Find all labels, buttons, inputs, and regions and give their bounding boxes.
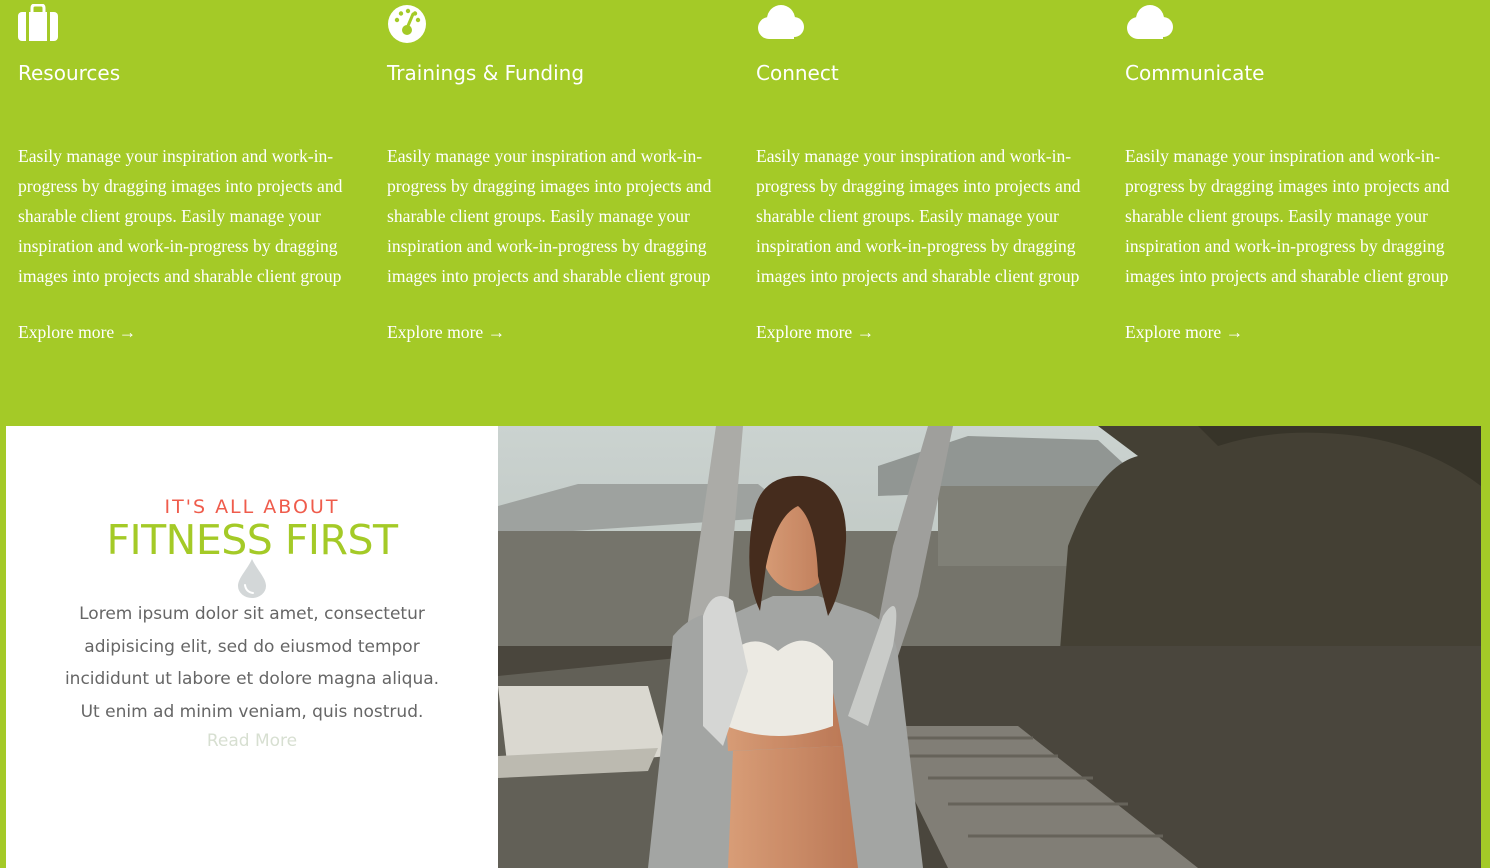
speedometer-icon bbox=[387, 4, 439, 43]
explore-more-link[interactable]: Explore more → bbox=[756, 322, 874, 343]
feature-description: Easily manage your inspiration and work-… bbox=[756, 146, 1081, 286]
fitness-photo bbox=[498, 426, 1481, 868]
cloud-icon bbox=[1125, 4, 1177, 42]
feature-description: Easily manage your inspiration and work-… bbox=[1125, 146, 1450, 286]
explore-more-link[interactable]: Explore more → bbox=[387, 322, 505, 343]
read-more-link[interactable]: Read More bbox=[6, 731, 498, 751]
features-section: Resources Easily manage your inspiration… bbox=[0, 0, 1490, 426]
feature-title: Connect bbox=[756, 61, 839, 85]
briefcase-icon bbox=[18, 3, 70, 42]
feature-title: Resources bbox=[18, 61, 121, 85]
promo-headline: FITNESS FIRST bbox=[106, 516, 398, 564]
explore-more-link[interactable]: Explore more → bbox=[1125, 322, 1243, 343]
promo-eyebrow: IT'S ALL ABOUT bbox=[164, 496, 340, 518]
feature-title: Communicate bbox=[1125, 61, 1265, 85]
explore-more-link[interactable]: Explore more → bbox=[18, 322, 136, 343]
water-drop-icon bbox=[237, 558, 267, 598]
cloud-icon bbox=[756, 4, 808, 42]
fitness-promo-panel: IT'S ALL ABOUT FITNESS FIRST Lorem ipsum… bbox=[6, 426, 498, 868]
feature-description: Easily manage your inspiration and work-… bbox=[18, 146, 343, 286]
promo-body: Lorem ipsum dolor sit amet, consectetur … bbox=[64, 604, 440, 722]
feature-description: Easily manage your inspiration and work-… bbox=[387, 146, 712, 286]
feature-title: Trainings & Funding bbox=[387, 61, 585, 85]
